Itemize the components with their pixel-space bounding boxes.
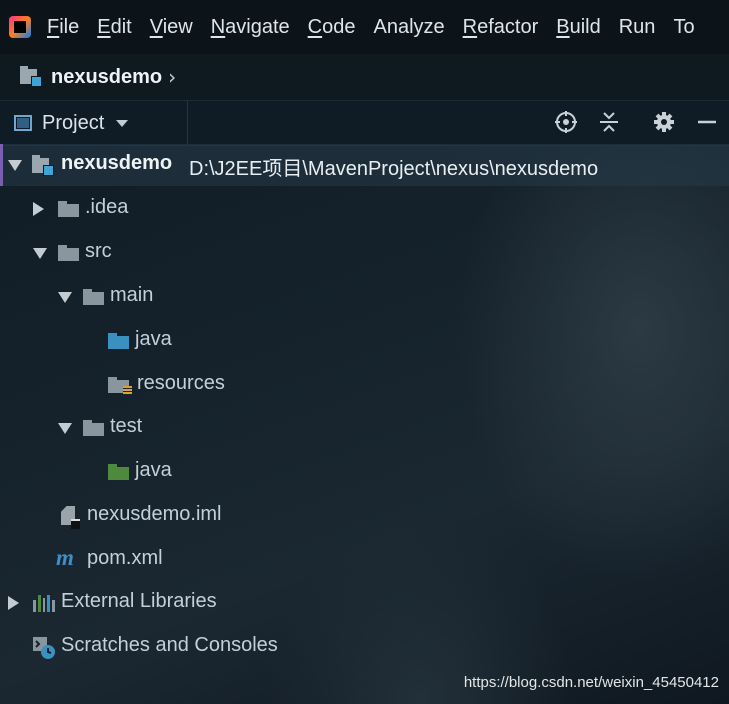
- tree-root-path: D:\J2EE项目\MavenProject\nexus\nexusdemo: [189, 158, 599, 180]
- tree-item-label: pom.xml: [87, 547, 163, 569]
- folder-icon: [83, 289, 104, 305]
- tree-row-scratches[interactable]: Scratches and Consoles: [0, 626, 729, 668]
- tree-row-test-java[interactable]: java: [0, 451, 729, 493]
- locate-icon[interactable]: [553, 109, 579, 135]
- menu-build[interactable]: Build: [556, 16, 600, 39]
- menu-navigate[interactable]: Navigate: [211, 16, 290, 39]
- expand-arrow-icon[interactable]: [8, 160, 22, 171]
- watermark: https://blog.csdn.net/weixin_45450412: [463, 674, 719, 691]
- resources-folder-icon: [108, 377, 132, 395]
- folder-icon: [58, 201, 79, 217]
- expand-arrow-icon[interactable]: [33, 248, 47, 259]
- tree-row-resources[interactable]: resources: [0, 364, 729, 406]
- tree-item-label: java: [135, 459, 172, 481]
- test-folder-icon: [108, 464, 129, 480]
- menu-analyze[interactable]: Analyze: [373, 16, 444, 39]
- folder-icon: [58, 245, 79, 261]
- tree-row-root[interactable]: nexusdemo D:\J2EE项目\MavenProject\nexus\n…: [0, 144, 729, 186]
- tree-item-label: src: [85, 240, 112, 262]
- tree-row-pom[interactable]: m pom.xml: [0, 539, 729, 581]
- chevron-down-icon[interactable]: [116, 119, 129, 127]
- menu-edit[interactable]: Edit: [97, 16, 131, 39]
- tree-item-label: resources: [137, 372, 225, 394]
- tree-row-external-libraries[interactable]: External Libraries: [0, 582, 729, 624]
- view-selector-label[interactable]: Project: [42, 112, 104, 135]
- chevron-right-icon: ›: [168, 65, 177, 89]
- library-icon: [33, 595, 55, 612]
- tree-row-iml[interactable]: nexusdemo.iml: [0, 495, 729, 537]
- menu-code[interactable]: Code: [308, 16, 356, 39]
- gear-icon[interactable]: [651, 109, 677, 135]
- folder-icon: [83, 420, 104, 436]
- menu-run[interactable]: Run: [619, 16, 656, 39]
- tree-item-label: test: [110, 415, 143, 437]
- module-file-icon: [61, 506, 80, 529]
- tree-row-idea[interactable]: .idea: [0, 188, 729, 230]
- hide-icon[interactable]: [694, 109, 720, 135]
- project-toolbar: Project: [0, 100, 729, 146]
- tree-row-src[interactable]: src: [0, 232, 729, 274]
- menu-bar: File Edit View Navigate Code Analyze Ref…: [0, 0, 729, 54]
- tree-item-label: External Libraries: [61, 590, 217, 612]
- tree-row-main[interactable]: main: [0, 276, 729, 318]
- intellij-idea-icon[interactable]: [9, 16, 31, 38]
- expand-arrow-icon[interactable]: [58, 423, 72, 434]
- tree-root-label: nexusdemo: [61, 152, 173, 174]
- module-icon: [20, 66, 42, 87]
- source-folder-icon: [108, 333, 129, 349]
- breadcrumb[interactable]: nexusdemo: [51, 66, 162, 89]
- maven-icon: m: [56, 545, 74, 570]
- navigation-bar: nexusdemo ›: [0, 54, 729, 100]
- menu-tools[interactable]: To: [673, 16, 694, 39]
- tree-row-test[interactable]: test: [0, 407, 729, 449]
- collapse-arrow-icon[interactable]: [33, 202, 44, 216]
- tree-item-label: nexusdemo.iml: [87, 503, 222, 525]
- menu-file[interactable]: File: [47, 16, 79, 39]
- scratches-icon: [32, 636, 56, 660]
- menu-refactor[interactable]: Refactor: [463, 16, 539, 39]
- tree-item-label: main: [110, 284, 154, 306]
- menu-view[interactable]: View: [150, 16, 193, 39]
- module-icon: [32, 155, 54, 176]
- tree-item-label: Scratches and Consoles: [61, 634, 278, 656]
- expand-arrow-icon[interactable]: [58, 292, 72, 303]
- toolbar-divider: [187, 101, 188, 145]
- tree-item-label: java: [135, 328, 172, 350]
- collapse-all-icon[interactable]: [596, 109, 622, 135]
- tree-row-main-java[interactable]: java: [0, 320, 729, 362]
- tree-item-label: .idea: [85, 196, 129, 218]
- collapse-arrow-icon[interactable]: [8, 596, 19, 610]
- project-view-icon: [14, 115, 32, 131]
